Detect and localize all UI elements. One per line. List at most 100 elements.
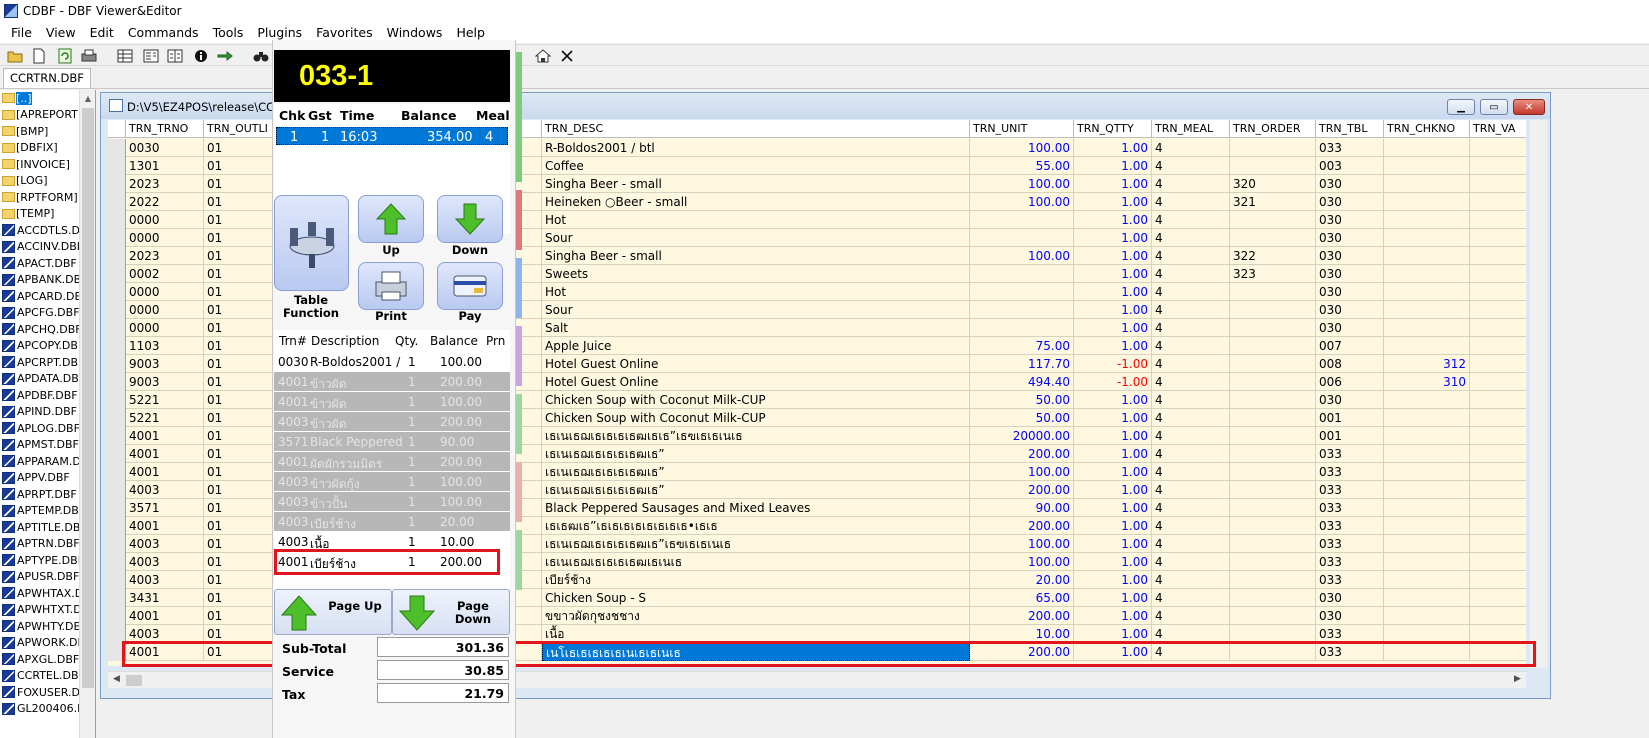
cell-blank[interactable] [1470,445,1526,463]
cell-trno[interactable]: 4003 [126,571,204,589]
cell-blank[interactable] [1470,481,1526,499]
cell-unit[interactable]: 200.00 [970,445,1074,463]
cell-trno[interactable]: 0000 [126,283,204,301]
scroll-right-icon[interactable]: ▶ [1514,674,1521,684]
cell-chk[interactable] [1384,589,1470,607]
cell-unit[interactable]: 75.00 [970,337,1074,355]
cell-qtty[interactable]: 1.00 [1074,247,1152,265]
menu-view[interactable]: View [39,25,83,40]
column-header[interactable]: TRN_VA [1470,120,1526,138]
cell-blank[interactable] [1470,373,1526,391]
row-indicator[interactable] [108,337,126,355]
cell-blank[interactable] [1470,607,1526,625]
cell-chk[interactable] [1384,301,1470,319]
cell-tbl[interactable]: 033 [1316,463,1384,481]
cell-blank[interactable] [1470,535,1526,553]
cell-qtty[interactable]: 1.00 [1074,499,1152,517]
cell-tbl[interactable]: 030 [1316,319,1384,337]
cell-qtty[interactable]: 1.00 [1074,427,1152,445]
minimize-button[interactable]: ▁ [1447,99,1475,115]
tree-item[interactable]: ACCINV.DBI [0,239,80,256]
cell-tbl[interactable]: 033 [1316,445,1384,463]
grid-vertical-scrollbar[interactable] [1530,120,1547,668]
find-binoculars-icon[interactable] [252,47,270,65]
cell-qtty[interactable]: 1.00 [1074,229,1152,247]
row-indicator[interactable] [108,553,126,571]
cell-meal[interactable]: 4 [1152,427,1230,445]
cell-trno[interactable]: 5221 [126,391,204,409]
cell-trno[interactable]: 4003 [126,553,204,571]
cell-unit[interactable] [970,283,1074,301]
cell-trno[interactable]: 4001 [126,607,204,625]
cell-qtty[interactable]: 1.00 [1074,157,1152,175]
cell-chk[interactable] [1384,427,1470,445]
row-indicator[interactable] [108,463,126,481]
tree-item[interactable]: APTRN.DBF [0,536,80,553]
cell-desc[interactable]: เบียร์ช้าง [542,571,970,589]
cell-tbl[interactable]: 030 [1316,589,1384,607]
tree-item[interactable]: APPV.DBF [0,470,80,487]
cell-order[interactable] [1230,229,1316,247]
cell-tbl[interactable]: 030 [1316,247,1384,265]
tree-item[interactable]: APPARAM.D [0,453,80,470]
cell-chk[interactable] [1384,535,1470,553]
row-indicator[interactable] [108,427,126,445]
row-indicator[interactable] [108,481,126,499]
cell-trno[interactable]: 4003 [126,481,204,499]
cell-trno[interactable]: 3571 [126,499,204,517]
cell-order[interactable]: 321 [1230,193,1316,211]
cell-chk[interactable] [1384,139,1470,157]
row-indicator[interactable] [108,247,126,265]
cell-qtty[interactable]: 1.00 [1074,337,1152,355]
cell-blank[interactable] [1470,193,1526,211]
tree-item[interactable]: APBANK.DB [0,272,80,289]
menu-tools[interactable]: Tools [206,25,251,40]
scroll-up-icon[interactable]: ▲ [80,90,95,106]
list-item[interactable]: 4001 ผัดผักรวมมิตร 1 200.00 [274,452,510,472]
cell-order[interactable] [1230,589,1316,607]
cell-meal[interactable]: 4 [1152,571,1230,589]
cell-tbl[interactable]: 033 [1316,517,1384,535]
column-header[interactable]: TRN_CHKNO [1384,120,1470,138]
file-tab-ccrtrn[interactable]: CCRTRN.DBF [3,68,91,88]
cell-trno[interactable]: 9003 [126,355,204,373]
cell-chk[interactable] [1384,337,1470,355]
menu-help[interactable]: Help [449,25,492,40]
cell-qtty[interactable]: 1.00 [1074,301,1152,319]
cell-order[interactable]: 322 [1230,247,1316,265]
cell-meal[interactable]: 4 [1152,355,1230,373]
cell-order[interactable] [1230,319,1316,337]
hscroll-thumb[interactable] [126,675,142,686]
menu-file[interactable]: File [4,25,39,40]
cell-unit[interactable]: 100.00 [970,175,1074,193]
list-item[interactable]: 4001 ข้าวผัด 1 200.00 [274,372,510,392]
cell-order[interactable] [1230,283,1316,301]
cell-tbl[interactable]: 033 [1316,481,1384,499]
maximize-button[interactable]: ▭ [1480,99,1508,115]
cell-tbl[interactable]: 001 [1316,427,1384,445]
cell-chk[interactable] [1384,553,1470,571]
cell-unit[interactable] [970,229,1074,247]
cell-qtty[interactable]: 1.00 [1074,553,1152,571]
cell-tbl[interactable]: 008 [1316,355,1384,373]
cell-trno[interactable]: 4001 [126,463,204,481]
tree-item[interactable]: APLOG.DBF [0,420,80,437]
cell-meal[interactable]: 4 [1152,175,1230,193]
cell-blank[interactable] [1470,553,1526,571]
row-indicator[interactable] [108,517,126,535]
cell-meal[interactable]: 4 [1152,481,1230,499]
cell-chk[interactable] [1384,265,1470,283]
cell-trno[interactable]: 9003 [126,373,204,391]
cell-tbl[interactable]: 030 [1316,193,1384,211]
cell-blank[interactable] [1470,265,1526,283]
cell-unit[interactable]: 50.00 [970,409,1074,427]
row-indicator[interactable] [108,211,126,229]
cell-meal[interactable]: 4 [1152,391,1230,409]
cell-unit[interactable] [970,265,1074,283]
cell-order[interactable] [1230,139,1316,157]
cell-meal[interactable]: 4 [1152,283,1230,301]
tree-item[interactable]: ACCDTLS.DI [0,222,80,239]
cell-chk[interactable] [1384,499,1470,517]
cell-unit[interactable] [970,319,1074,337]
cell-meal[interactable]: 4 [1152,247,1230,265]
